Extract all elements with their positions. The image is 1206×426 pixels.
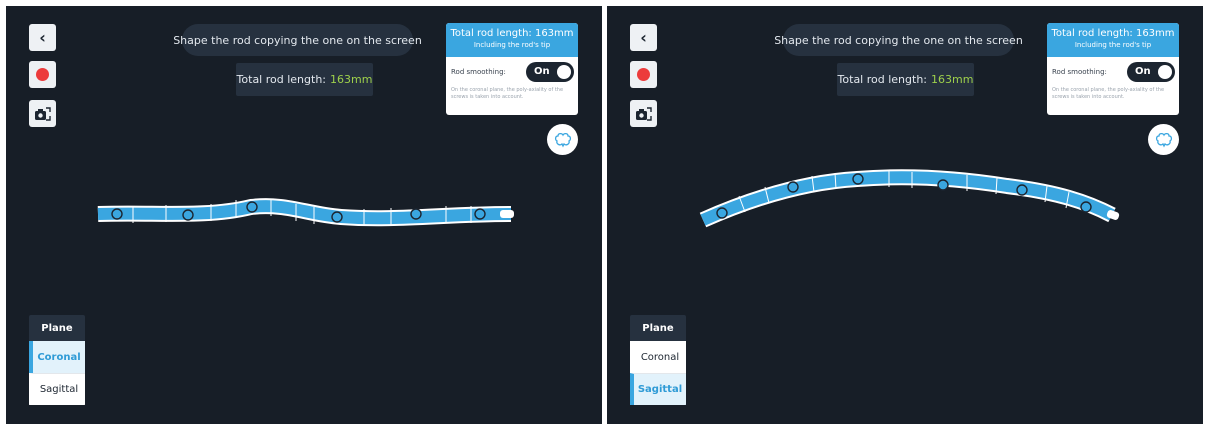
plane-selector: Plane Coronal Sagittal (630, 315, 686, 406)
plane-option-sagittal[interactable]: Sagittal (29, 373, 85, 405)
rod-canvas (97, 198, 514, 227)
screw-marker[interactable] (937, 179, 949, 191)
screen-coronal: ‹ Shape the rod copying the one on the s… (6, 6, 602, 424)
screw-marker[interactable] (1016, 184, 1028, 196)
rod-canvas (699, 169, 1120, 228)
screw-marker[interactable] (852, 173, 864, 185)
plane-option-coronal[interactable]: Coronal (630, 341, 686, 373)
screw-marker[interactable] (716, 207, 728, 219)
plane-header: Plane (630, 315, 686, 341)
screw-marker[interactable] (1080, 201, 1092, 213)
screw-marker[interactable] (246, 201, 258, 213)
plane-selector: Plane Coronal Sagittal (29, 315, 85, 406)
screw-marker[interactable] (410, 208, 422, 220)
screw-marker[interactable] (474, 208, 486, 220)
plane-option-coronal[interactable]: Coronal (29, 341, 85, 373)
screen-sagittal: ‹ Shape the rod copying the one on the s… (607, 6, 1203, 424)
screw-marker[interactable] (182, 209, 194, 221)
plane-option-sagittal[interactable]: Sagittal (630, 373, 686, 405)
rod-tip[interactable] (500, 210, 514, 218)
screw-marker[interactable] (787, 181, 799, 193)
plane-header: Plane (29, 315, 85, 341)
screw-marker[interactable] (331, 211, 343, 223)
screw-marker[interactable] (111, 208, 123, 220)
